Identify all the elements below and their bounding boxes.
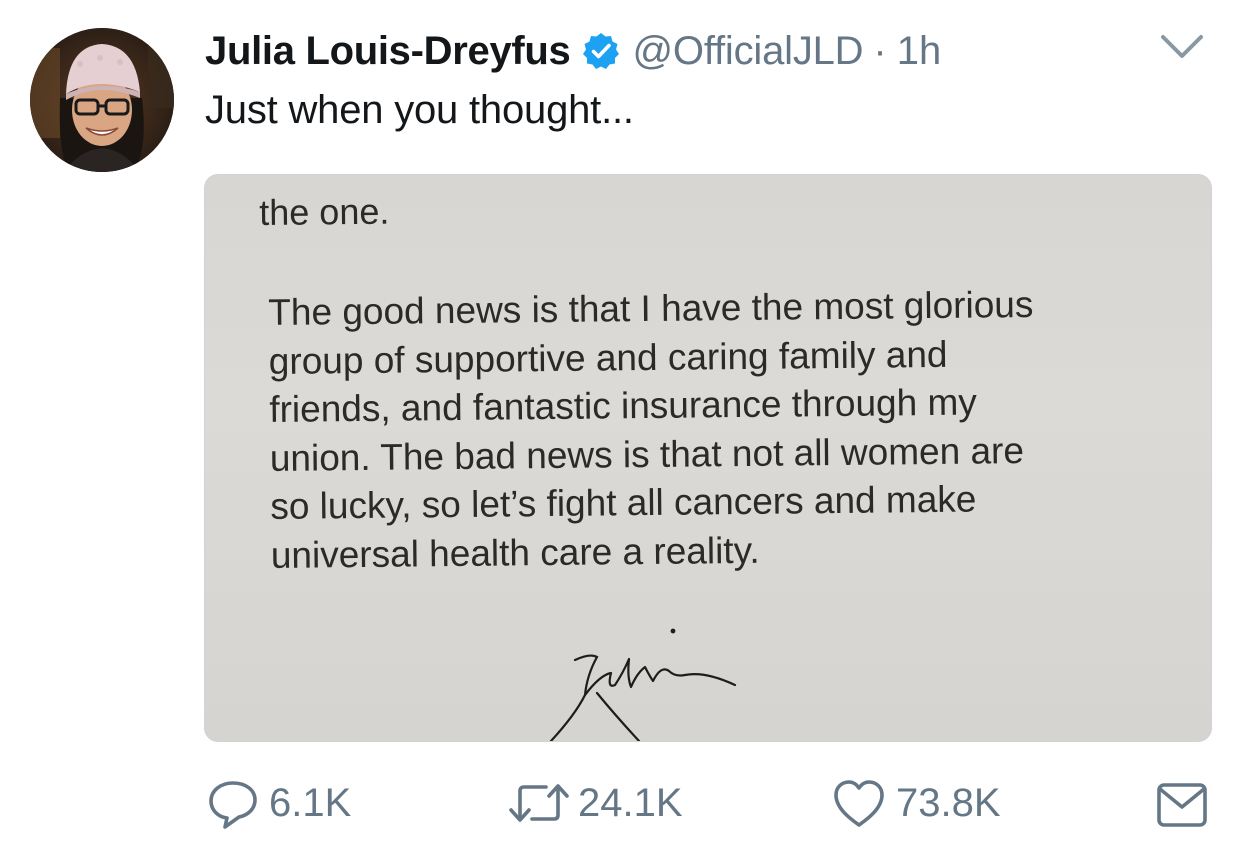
letter-paragraph: The good news is that I have the most gl…	[268, 283, 1034, 576]
reply-icon	[209, 781, 257, 829]
chevron-down-icon[interactable]	[1160, 32, 1204, 62]
avatar[interactable]	[30, 28, 174, 172]
tweet-header: Julia Louis-Dreyfus @OfficialJLD · 1h	[205, 24, 941, 78]
timestamp[interactable]: 1h	[897, 29, 942, 74]
reply-count: 6.1K	[269, 780, 352, 825]
display-name[interactable]: Julia Louis-Dreyfus	[205, 29, 571, 74]
like-count: 73.8K	[896, 780, 1001, 825]
tweet-action-bar: 6.1K 24.1K 73.8K	[0, 770, 1242, 836]
user-handle[interactable]: @OfficialJLD	[633, 29, 864, 74]
retweet-count: 24.1K	[578, 780, 683, 825]
retweet-button[interactable]: 24.1K	[508, 770, 683, 836]
cropped-text-fragment	[455, 175, 1211, 177]
tweet-media-image[interactable]: the one. The good news is that I have th…	[204, 174, 1212, 742]
verified-badge-icon	[581, 31, 621, 71]
retweet-icon	[509, 784, 569, 822]
tweet-text: Just when you thought...	[205, 88, 634, 132]
reply-button[interactable]: 6.1K	[205, 770, 351, 836]
letter-text: the one. The good news is that I have th…	[259, 179, 1191, 580]
heart-icon	[834, 780, 884, 827]
envelope-icon	[1157, 783, 1207, 827]
profile-photo	[30, 28, 174, 172]
direct-message-button[interactable]	[1155, 770, 1209, 836]
separator-dot: ·	[873, 28, 887, 73]
letter-line-top: the one.	[259, 190, 390, 234]
like-button[interactable]: 73.8K	[830, 770, 1001, 836]
signature-icon	[549, 628, 737, 741]
